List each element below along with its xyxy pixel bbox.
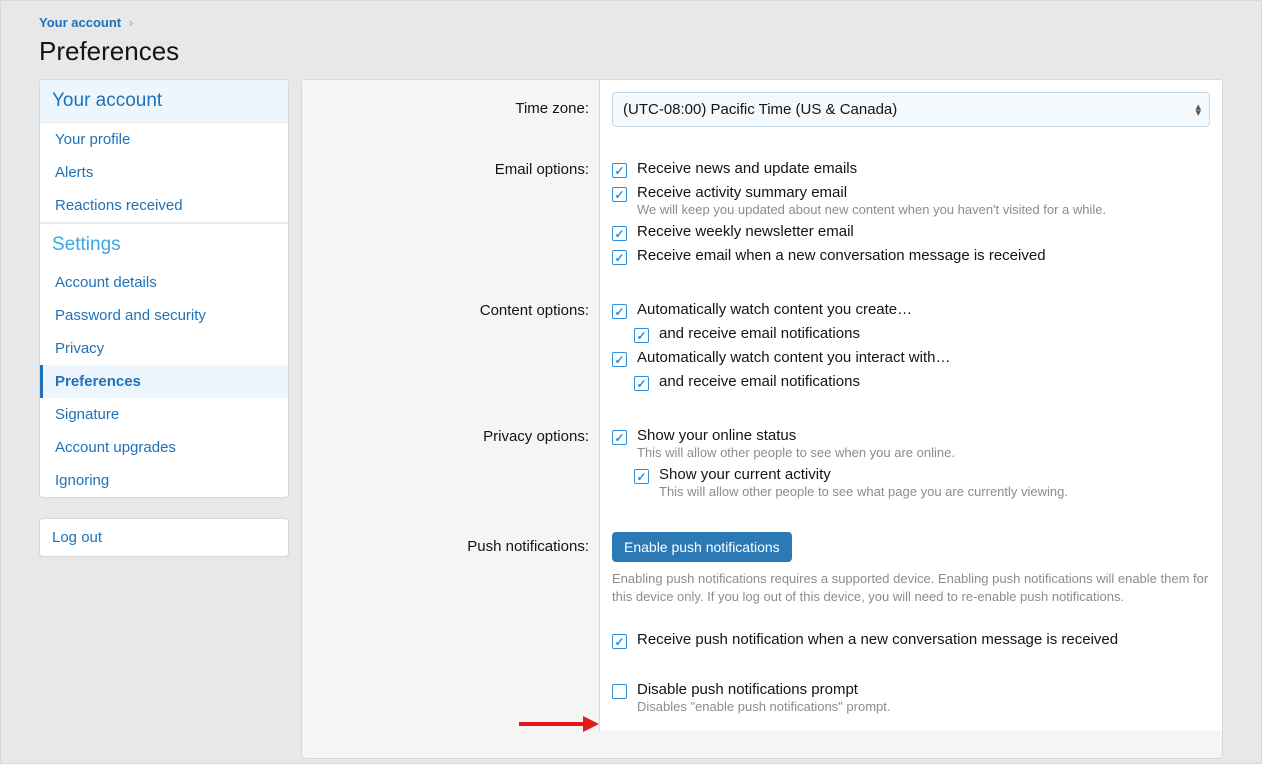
checkbox-description: We will keep you updated about new conte… (637, 202, 1210, 217)
sidebar-item-preferences[interactable]: Preferences (40, 365, 288, 398)
sidebar-item-account-details[interactable]: Account details (40, 266, 288, 299)
checkbox-label: Show your online status (637, 427, 1210, 444)
checkbox-description: Disables "enable push notifications" pro… (637, 699, 1210, 714)
checkbox-label: Receive weekly newsletter email (637, 223, 1210, 240)
main-panel: Time zone: (UTC-08:00) Pacific Time (US … (301, 79, 1223, 759)
sidebar-item-alerts[interactable]: Alerts (40, 156, 288, 189)
sidebar: Your account Your profile Alerts Reactio… (39, 79, 289, 557)
checkbox-online-status[interactable] (612, 430, 627, 445)
sidebar-item-your-profile[interactable]: Your profile (40, 123, 288, 156)
select-arrows-icon: ▴▾ (1195, 104, 1201, 116)
push-description: Enabling push notifications requires a s… (612, 570, 1210, 606)
sidebar-section-your-account[interactable]: Your account (40, 80, 288, 123)
checkbox-label: and receive email notifications (659, 373, 1210, 390)
sidebar-item-privacy[interactable]: Privacy (40, 332, 288, 365)
label-timezone: Time zone: (302, 80, 589, 117)
checkbox-label: Receive activity summary email (637, 184, 1210, 201)
sidebar-item-reactions-received[interactable]: Reactions received (40, 189, 288, 223)
checkbox-label: Automatically watch content you interact… (637, 349, 1210, 366)
checkbox-news-emails[interactable] (612, 163, 627, 178)
label-privacy-options: Privacy options: (302, 424, 589, 445)
label-push-notifications: Push notifications: (302, 530, 589, 555)
checkbox-label: Receive email when a new conversation me… (637, 247, 1210, 264)
sidebar-section-settings[interactable]: Settings (40, 223, 288, 266)
checkbox-email-conversation[interactable] (612, 250, 627, 265)
checkbox-disable-push-prompt[interactable] (612, 684, 627, 699)
enable-push-button[interactable]: Enable push notifications (612, 532, 792, 562)
checkbox-current-activity[interactable] (634, 469, 649, 484)
checkbox-label: and receive email notifications (659, 325, 1210, 342)
sidebar-block: Your account Your profile Alerts Reactio… (39, 79, 289, 498)
checkbox-description: This will allow other people to see what… (659, 484, 1210, 499)
checkbox-label: Receive news and update emails (637, 160, 1210, 177)
checkbox-weekly-newsletter[interactable] (612, 226, 627, 241)
timezone-select[interactable]: (UTC-08:00) Pacific Time (US & Canada) ▴… (612, 92, 1210, 127)
checkbox-watch-interact-email[interactable] (634, 376, 649, 391)
checkbox-activity-summary[interactable] (612, 187, 627, 202)
label-email-options: Email options: (302, 157, 589, 178)
page-title: Preferences (39, 36, 1223, 67)
sidebar-item-logout[interactable]: Log out (39, 518, 289, 557)
checkbox-watch-interact[interactable] (612, 352, 627, 367)
sidebar-item-signature[interactable]: Signature (40, 398, 288, 431)
checkbox-watch-create[interactable] (612, 304, 627, 319)
sidebar-item-password-security[interactable]: Password and security (40, 299, 288, 332)
checkbox-label: Automatically watch content you create… (637, 301, 1210, 318)
breadcrumb-parent-link[interactable]: Your account (39, 15, 121, 30)
checkbox-watch-create-email[interactable] (634, 328, 649, 343)
breadcrumb: Your account › (39, 15, 1223, 30)
checkbox-label: Receive push notification when a new con… (637, 631, 1210, 648)
checkbox-push-conversation[interactable] (612, 634, 627, 649)
chevron-right-icon: › (129, 15, 133, 30)
sidebar-item-account-upgrades[interactable]: Account upgrades (40, 431, 288, 464)
sidebar-item-ignoring[interactable]: Ignoring (40, 464, 288, 497)
checkbox-description: This will allow other people to see when… (637, 445, 1210, 460)
timezone-select-value: (UTC-08:00) Pacific Time (US & Canada) (623, 101, 897, 118)
checkbox-label: Disable push notifications prompt (637, 681, 1210, 698)
label-content-options: Content options: (302, 298, 589, 319)
checkbox-label: Show your current activity (659, 466, 1210, 483)
